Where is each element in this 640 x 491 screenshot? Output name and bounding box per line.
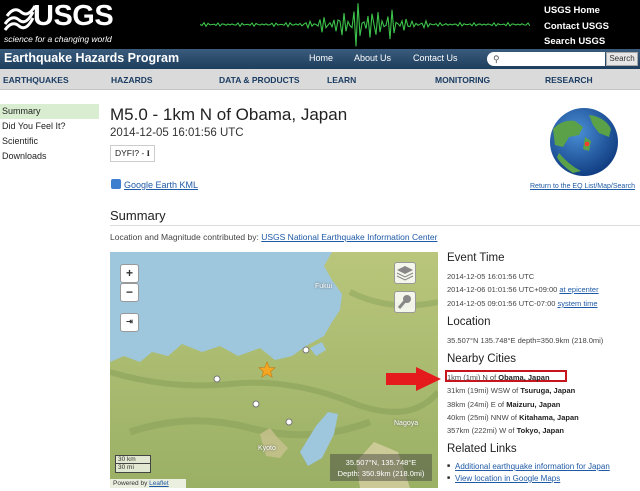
contributor-line: Location and Magnitude contributed by: U… — [110, 232, 437, 242]
sidebar-item-downloads[interactable]: Downloads — [0, 149, 100, 164]
related-links-heading: Related Links — [447, 443, 517, 455]
google-earth-icon — [111, 179, 121, 189]
nav-home-link[interactable]: Home — [309, 53, 333, 63]
main-menu: EARTHQUAKES HAZARDS DATA & PRODUCTS LEAR… — [0, 69, 640, 90]
contributor-link[interactable]: USGS National Earthquake Information Cen… — [261, 232, 437, 242]
nav-about-link[interactable]: About Us — [354, 53, 391, 63]
return-to-list-link[interactable]: Return to the EQ List/Map/Search — [530, 183, 635, 190]
divider — [110, 225, 640, 226]
map-scale: 30 km 30 mi — [115, 455, 151, 473]
map-coordinate-readout: 35.507°N, 135.748°E Depth: 350.9km (218.… — [330, 454, 432, 481]
top-links: USGS Home Contact USGS Search USGS — [544, 3, 609, 49]
event-time-epicenter: 2014-12-06 01:01:56 UTC+09:00 at epicent… — [447, 285, 599, 294]
attrib-prefix: Powered by — [113, 480, 148, 487]
event-time-heading: Event Time — [447, 252, 505, 264]
sidebar-item-scientific[interactable]: Scientific — [0, 134, 100, 149]
map-attribution: Powered by Leaflet — [110, 479, 186, 488]
program-title[interactable]: Earthquake Hazards Program — [4, 51, 179, 65]
system-time-value: 2014-12-05 09:01:56 UTC-07:00 — [447, 299, 556, 308]
usgs-wave-icon — [3, 5, 37, 31]
scale-km: 30 km — [115, 455, 151, 464]
map-fullscreen-icon[interactable]: ⇥ — [120, 313, 139, 332]
logo-text: USGS — [33, 0, 114, 32]
dyfi-value: I — [146, 148, 150, 158]
system-time-link[interactable]: system time — [558, 299, 598, 308]
city-name: Tsuruga, Japan — [520, 386, 576, 395]
layers-icon[interactable] — [394, 262, 416, 284]
search-usgs-link[interactable]: Search USGS — [544, 34, 609, 49]
coord-depth: Depth: 350.9km (218.0mi) — [337, 469, 425, 478]
event-time: 2014-12-05 16:01:56 UTC — [110, 127, 244, 139]
search-button[interactable]: Search — [606, 52, 638, 66]
summary-heading: Summary — [110, 208, 166, 223]
epicenter-time-value: 2014-12-06 01:01:56 UTC+09:00 — [447, 285, 558, 294]
dyfi-label: DYFI? - — [115, 148, 145, 158]
search-input[interactable]: ⚲ — [487, 52, 605, 66]
zoom-in-button[interactable]: + — [120, 264, 139, 283]
google-earth-kml-link[interactable]: Google Earth KML — [111, 179, 198, 190]
city-distance: 38km (24mi) E of — [447, 400, 505, 409]
event-time-utc: 2014-12-05 16:01:56 UTC — [447, 272, 535, 281]
city-distance: 1km (1mi) N of — [447, 373, 497, 382]
related-link-japan[interactable]: Additional earthquake information for Ja… — [447, 462, 610, 471]
usgs-home-link[interactable]: USGS Home — [544, 3, 609, 19]
menu-data-products[interactable]: DATA & PRODUCTS — [219, 75, 300, 85]
city-distance: 31km (19mi) WSW of — [447, 386, 519, 395]
location-text: 35.507°N 135.748°E depth=350.9km (218.0m… — [447, 336, 604, 345]
city-name: Tokyo, Japan — [516, 426, 564, 435]
usgs-logo[interactable]: USGS science for a changing world — [3, 0, 121, 46]
city-distance: 357km (222mi) W of — [447, 426, 515, 435]
city-name: Kitahama, Japan — [519, 413, 579, 422]
program-navbar: Earthquake Hazards Program Home About Us… — [0, 49, 640, 69]
event-time-system: 2014-12-05 09:01:56 UTC-07:00 system tim… — [447, 299, 598, 308]
nearby-city-item: 357km (222mi) W of Tokyo, Japan — [447, 426, 564, 435]
menu-monitoring[interactable]: MONITORING — [435, 75, 490, 85]
menu-earthquakes[interactable]: EARTHQUAKES — [3, 75, 69, 85]
menu-research[interactable]: RESEARCH — [545, 75, 593, 85]
contact-usgs-link[interactable]: Contact USGS — [544, 19, 609, 35]
highlight-arrow-icon — [386, 367, 441, 391]
nearby-city-item: 1km (1mi) N of Obama, Japan — [447, 373, 550, 382]
sidebar-item-summary[interactable]: Summary — [0, 104, 99, 119]
city-name: Obama, Japan — [498, 373, 550, 382]
seismogram-graphic — [200, 3, 530, 47]
contributor-prefix: Location and Magnitude contributed by: — [110, 232, 259, 242]
settings-wrench-icon[interactable] — [394, 291, 416, 313]
nearby-city-item: 31km (19mi) WSW of Tsuruga, Japan — [447, 386, 575, 395]
map-label-kyoto: Kyoto — [258, 445, 276, 452]
nav-contact-link[interactable]: Contact Us — [413, 53, 458, 63]
sidebar-item-dyfi[interactable]: Did You Feel It? — [0, 119, 100, 134]
location-heading: Location — [447, 316, 491, 328]
sidebar: Summary Did You Feel It? Scientific Down… — [0, 104, 100, 164]
scale-mi: 30 mi — [115, 464, 151, 473]
related-link-google-maps[interactable]: View location in Google Maps — [447, 474, 560, 483]
city-distance: 40km (25mi) NNW of — [447, 413, 518, 422]
google-earth-label: Google Earth KML — [124, 180, 199, 190]
dyfi-badge[interactable]: DYFI? - I — [110, 145, 155, 162]
menu-learn[interactable]: LEARN — [327, 75, 356, 85]
page-title: M5.0 - 1km N of Obama, Japan — [110, 105, 348, 124]
nearby-city-item: 38km (24mi) E of Maizuru, Japan — [447, 400, 560, 409]
coord-latlon: 35.507°N, 135.748°E — [345, 458, 417, 467]
map-label-fukui: Fukui — [315, 283, 333, 290]
zoom-out-button[interactable]: − — [120, 283, 139, 302]
globe-locator-icon[interactable] — [549, 107, 619, 177]
logo-tagline: science for a changing world — [4, 34, 112, 44]
city-name: Maizuru, Japan — [506, 400, 561, 409]
menu-hazards[interactable]: HAZARDS — [111, 75, 153, 85]
map-label-nagoya: Nagoya — [394, 420, 419, 427]
leaflet-link[interactable]: Leaflet — [149, 480, 169, 487]
nearby-cities-heading: Nearby Cities — [447, 353, 517, 365]
epicenter-link[interactable]: at epicenter — [559, 285, 598, 294]
search-icon: ⚲ — [493, 54, 500, 64]
nearby-city-item: 40km (25mi) NNW of Kitahama, Japan — [447, 413, 579, 422]
header: USGS science for a changing world USGS H… — [0, 0, 640, 49]
